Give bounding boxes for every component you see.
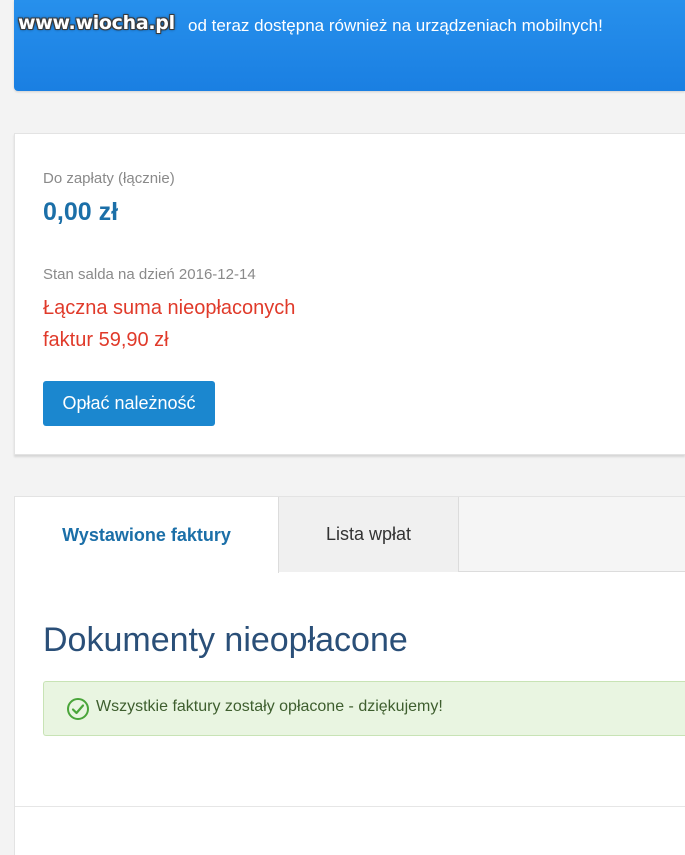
tab-payments-list[interactable]: Lista wpłat [279, 497, 459, 572]
watermark-logo: www.wiocha.pl [18, 12, 175, 34]
payment-summary-card: Do zapłaty (łącznie) 0,00 zł Stan salda … [14, 133, 685, 455]
due-label: Do zapłaty (łącznie) [43, 170, 175, 187]
tab-issued-invoices[interactable]: Wystawione faktury [15, 497, 279, 573]
unpaid-invoices-notice: Łączna suma nieopłaconych faktur 59,90 z… [43, 297, 296, 351]
banner-text: od teraz dostępna również na urządzeniac… [188, 16, 603, 35]
pay-dues-button[interactable]: Opłać należność [43, 381, 215, 426]
success-alert: Wszystkie faktury zostały opłacone - dzi… [43, 681, 685, 736]
due-amount: 0,00 zł [43, 198, 119, 226]
section-divider [15, 806, 685, 807]
success-message: Wszystkie faktury zostały opłacone - dzi… [96, 698, 443, 715]
balance-date-label: Stan salda na dzień 2016-12-14 [43, 266, 256, 283]
check-circle-icon [67, 698, 89, 720]
tab-bar: Wystawione faktury Lista wpłat [15, 497, 685, 573]
invoices-section: Wystawione faktury Lista wpłat Dokumenty… [14, 496, 685, 855]
unpaid-documents-title: Dokumenty nieopłacone [43, 621, 408, 659]
